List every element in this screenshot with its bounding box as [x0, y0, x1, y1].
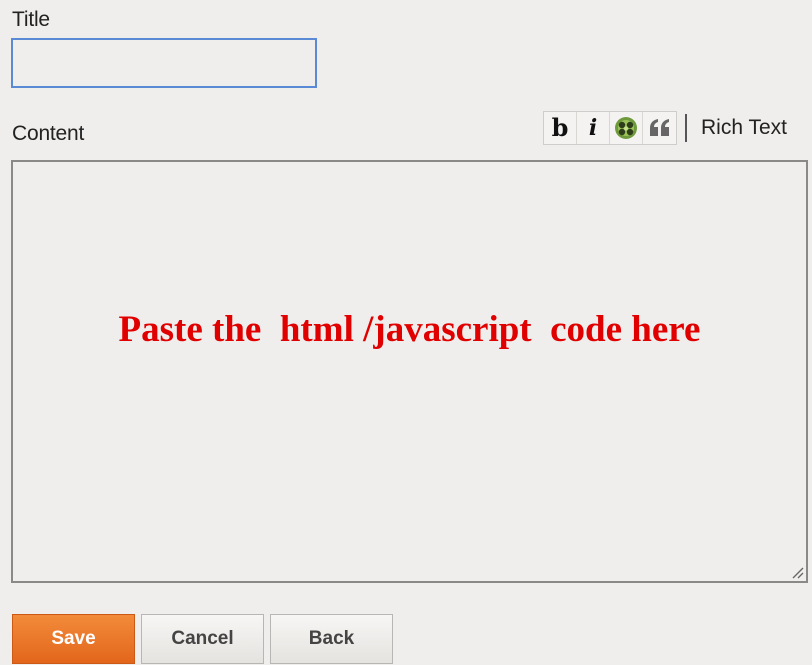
rich-text-link[interactable]: Rich Text: [701, 116, 787, 140]
paste-instruction-text: Paste the html /javascript code here: [118, 309, 701, 350]
title-input[interactable]: [11, 38, 317, 88]
back-button[interactable]: Back: [270, 614, 393, 664]
italic-button[interactable]: i: [577, 112, 610, 144]
resize-grip-icon[interactable]: [790, 565, 804, 579]
insert-image-button[interactable]: [610, 112, 643, 144]
title-label: Title: [12, 8, 50, 31]
cancel-button[interactable]: Cancel: [141, 614, 264, 664]
editor-toolbar: b i Rich Text: [543, 110, 787, 146]
image-icon: [615, 117, 637, 139]
content-textarea[interactable]: Paste the html /javascript code here: [11, 160, 808, 583]
save-button[interactable]: Save: [12, 614, 135, 664]
content-label: Content: [12, 122, 85, 145]
format-button-group: b i: [543, 111, 677, 145]
blockquote-button[interactable]: [643, 112, 676, 144]
bold-button[interactable]: b: [544, 112, 577, 144]
quote-icon: [649, 119, 669, 136]
bold-icon: b: [551, 113, 569, 142]
italic-icon: i: [588, 115, 598, 141]
toolbar-divider: [685, 114, 687, 142]
